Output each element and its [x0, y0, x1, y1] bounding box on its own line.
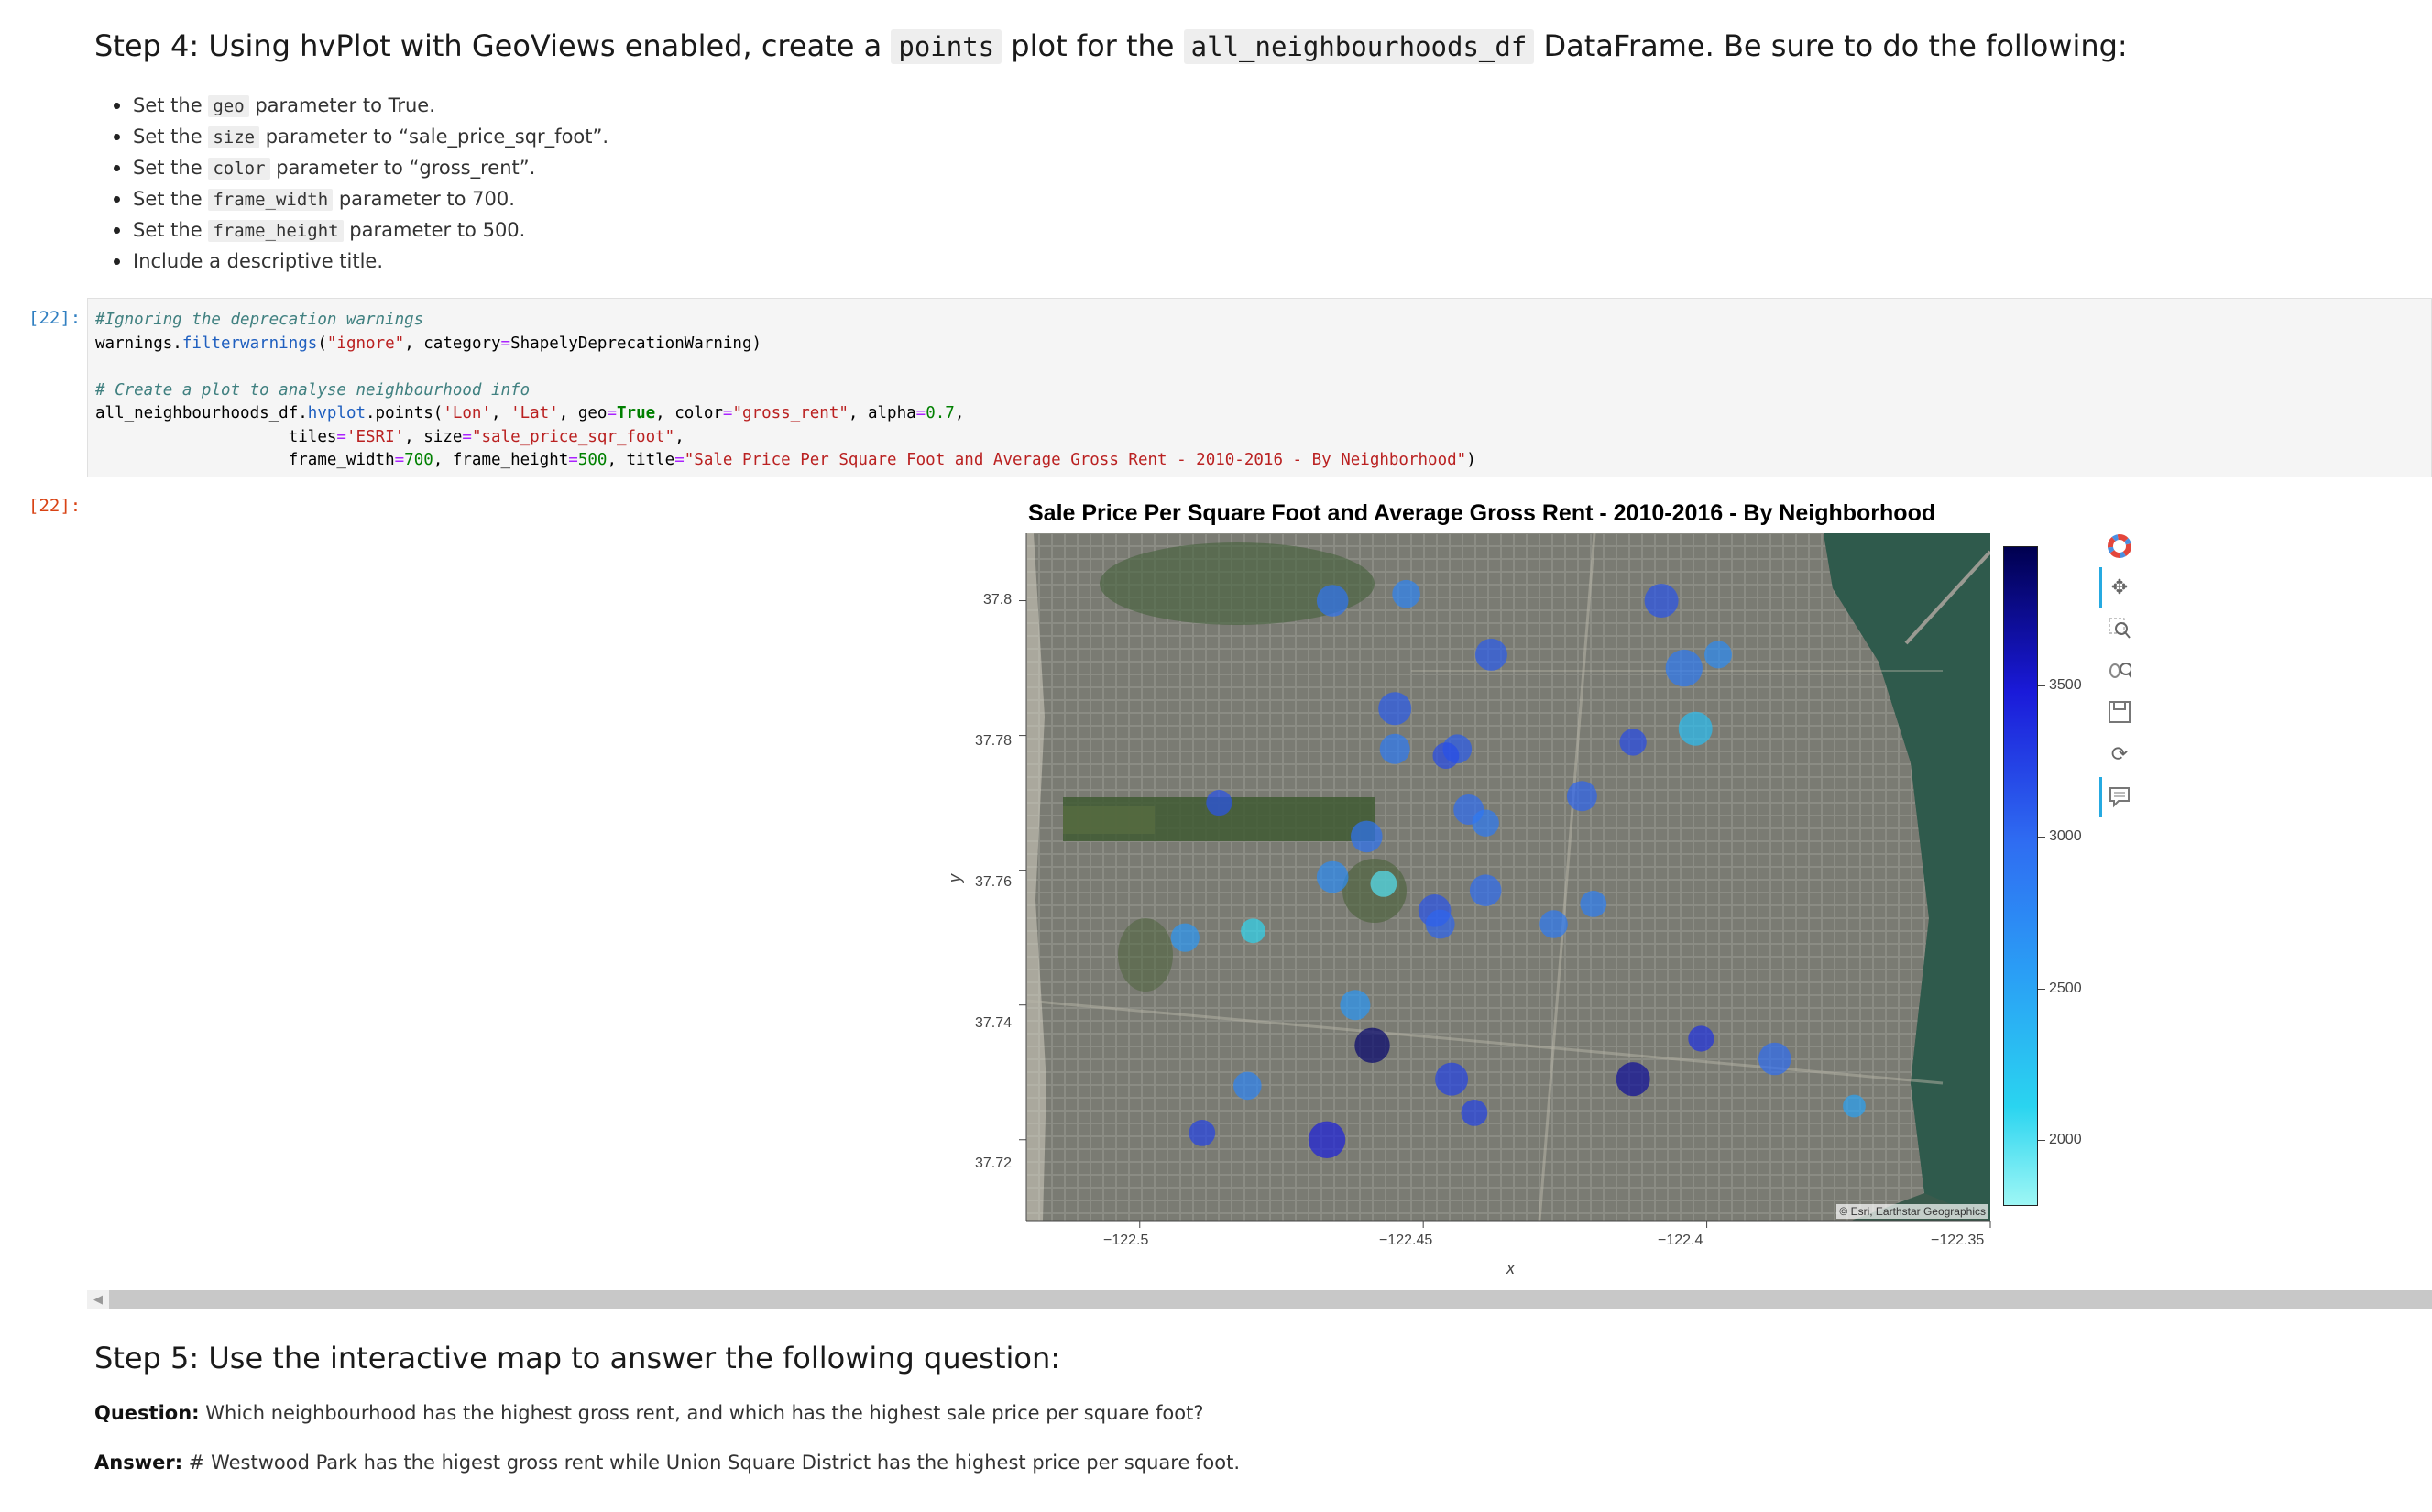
question-text: Which neighbourhood has the highest gros… [205, 1402, 1204, 1424]
list-item: Set the geo parameter to True. [113, 90, 608, 121]
inline-code-dataframe: all_neighbourhoods_df [1183, 29, 1535, 64]
list-item: Include a descriptive title. [113, 246, 608, 277]
colorbar-tick [2038, 837, 2045, 838]
step4-heading: Step 4: Using hvPlot with GeoViews enabl… [94, 28, 2128, 64]
bokeh-logo-icon[interactable] [2108, 534, 2131, 558]
step4-heading-text: plot for the [1011, 28, 1175, 63]
requirements-list: Set the geo parameter to True. Set the s… [113, 90, 608, 277]
step4-heading-text: DataFrame. Be sure to do the following: [1543, 28, 2128, 63]
y-tick-label: 37.76 [975, 874, 1013, 890]
x-tick-label: −122.35 [1931, 1233, 1985, 1248]
hover-icon[interactable] [2108, 785, 2131, 809]
colorbar-tick [2038, 989, 2045, 990]
colorbar-label: 2000 [2049, 1132, 2082, 1147]
colorbar-tick [2038, 1140, 2045, 1141]
y-tick-label: 37.8 [983, 592, 1013, 608]
reset-icon[interactable]: ⟳ [2108, 742, 2131, 766]
wheel-zoom-icon[interactable] [2108, 659, 2131, 683]
question-line: Question: Which neighbourhood has the hi… [94, 1402, 1203, 1424]
colorbar-label: 3000 [2049, 828, 2082, 844]
x-tick-label: −122.5 [1103, 1233, 1149, 1248]
inline-code-points: points [891, 29, 1002, 64]
x-tick-label: −122.45 [1379, 1233, 1433, 1248]
input-prompt: [22]: [28, 308, 82, 328]
output-horizontal-scrollbar[interactable] [87, 1290, 2432, 1309]
y-tick-label: 37.72 [975, 1156, 1013, 1171]
output-prompt: [22]: [28, 496, 82, 516]
active-tool-indicator [2099, 777, 2102, 817]
list-item: Set the size parameter to “sale_price_sq… [113, 121, 608, 152]
pan-icon[interactable]: ✥ [2108, 575, 2131, 599]
answer-label: Answer: [94, 1452, 183, 1474]
scroll-left-icon[interactable]: ◀ [87, 1290, 109, 1309]
y-axis-label: y [946, 874, 964, 882]
question-label: Question: [94, 1402, 200, 1424]
y-tick-label: 37.78 [975, 733, 1013, 749]
list-item: Set the frame_height parameter to 500. [113, 214, 608, 246]
active-tool-indicator [2099, 567, 2102, 608]
step5-heading: Step 5: Use the interactive map to answe… [94, 1341, 1061, 1375]
save-icon[interactable] [2108, 700, 2131, 724]
x-axis-label: x [1506, 1259, 1515, 1277]
answer-line: Answer: # Westwood Park has the higest g… [94, 1452, 1240, 1474]
x-tick-label: −122.4 [1658, 1233, 1703, 1248]
box-zoom-icon[interactable] [2108, 617, 2131, 641]
answer-text: # Westwood Park has the higest gross ren… [188, 1452, 1241, 1474]
colorbar-tick [2038, 685, 2045, 686]
list-item: Set the frame_width parameter to 700. [113, 183, 608, 214]
y-tick-label: 37.74 [975, 1015, 1013, 1031]
colorbar-label: 3500 [2049, 677, 2082, 693]
colorbar [2003, 546, 2038, 1206]
step4-heading-text: Step 4: Using hvPlot with GeoViews enabl… [94, 28, 882, 63]
list-item: Set the color parameter to “gross_rent”. [113, 152, 608, 183]
code-cell-editor[interactable]: #Ignoring the deprecation warnings warni… [87, 298, 2432, 477]
plot-title: Sale Price Per Square Foot and Average G… [1028, 500, 1936, 526]
colorbar-label: 2500 [2049, 981, 2082, 996]
plot-axes [1019, 533, 1991, 1228]
